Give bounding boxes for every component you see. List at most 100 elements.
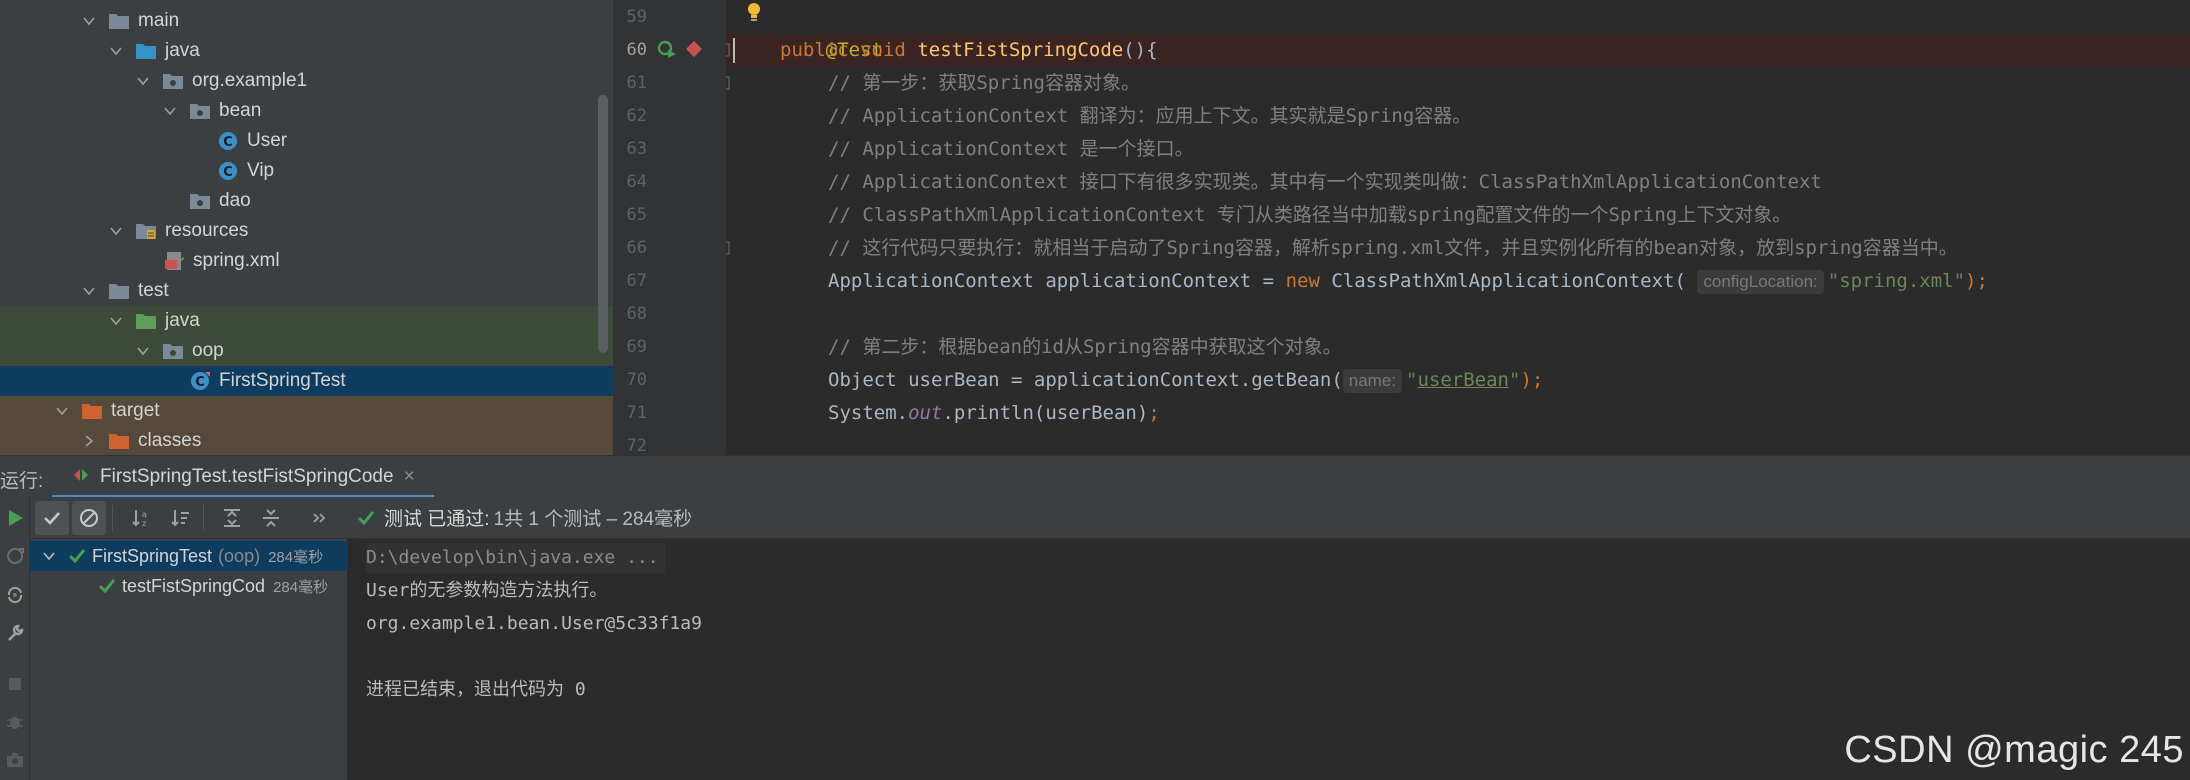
wrench-icon[interactable] — [3, 621, 27, 645]
tree-item-spring-xml[interactable]: spring.xml — [0, 246, 613, 276]
tree-item-first-spring-test[interactable]: C FirstSpringTest — [0, 366, 613, 396]
excluded-folder-icon — [81, 401, 103, 421]
chevron-down-icon[interactable] — [136, 74, 150, 88]
tree-item-classes[interactable]: classes — [0, 426, 613, 455]
method-name-token: testFistSpringCode — [917, 39, 1124, 61]
fold-marker-icon[interactable] — [726, 76, 730, 90]
lightbulb-icon[interactable] — [746, 2, 762, 24]
tree-item-target[interactable]: target — [0, 396, 613, 426]
tree-item-test[interactable]: test — [0, 276, 613, 306]
tree-item-java-main[interactable]: java — [0, 36, 613, 66]
line-number: 63 — [626, 139, 647, 159]
expand-all-icon[interactable] — [215, 501, 249, 535]
chevron-right-icon[interactable] — [82, 434, 96, 448]
string-token: "spring.xml" — [1827, 270, 1966, 292]
line-number: 65 — [626, 205, 647, 225]
toggle-auto-test-icon[interactable] — [3, 583, 27, 607]
string-token: " — [1406, 369, 1418, 391]
tree-item-resources[interactable]: resources — [0, 216, 613, 246]
fold-marker-icon[interactable] — [726, 43, 730, 57]
svg-text:z: z — [142, 519, 146, 528]
close-icon[interactable]: × — [404, 466, 415, 488]
junit-run-icon — [72, 466, 90, 489]
tree-item-user[interactable]: C User — [0, 126, 613, 156]
run-tool-window-header: 运行: FirstSpringTest.testFistSpringCode × — [0, 455, 2190, 498]
test-row-method[interactable]: testFistSpringCod 284毫秒 — [30, 571, 348, 601]
project-tree: main java org.example1 bean C User C Vip… — [0, 0, 613, 455]
code-editor[interactable]: @Test public void testFistSpringCode(){ … — [726, 0, 2190, 455]
code-token: ApplicationContext applicationContext = — [828, 270, 1286, 292]
console-line: org.example1.bean.User@5c33f1a9 — [366, 613, 702, 634]
collapse-all-icon[interactable] — [254, 501, 288, 535]
sort-alphabetically-icon[interactable]: az — [124, 501, 158, 535]
chevron-down-icon[interactable] — [82, 284, 96, 298]
chevron-down-icon[interactable] — [42, 549, 56, 563]
tree-item-label: java — [165, 40, 200, 61]
show-ignored-toggle[interactable] — [72, 500, 106, 535]
line-number: 68 — [626, 304, 647, 324]
tree-item-main[interactable]: main — [0, 6, 613, 36]
debug-bug-icon[interactable] — [3, 710, 27, 734]
class-icon: C — [217, 161, 239, 181]
resources-folder-icon — [135, 221, 157, 241]
code-line-64: // ApplicationContext 接口下有很多实现类。其中有一个实现类… — [828, 171, 1822, 193]
stop-icon[interactable] — [3, 672, 27, 696]
code-token: ClassPathXmlApplicationContext( — [1319, 270, 1686, 292]
test-row-class[interactable]: FirstSpringTest (oop) 284毫秒 — [30, 541, 348, 571]
chevron-down-icon[interactable] — [109, 224, 123, 238]
more-chevron-icon[interactable] — [302, 501, 336, 535]
line-number: 67 — [626, 271, 647, 291]
line-number: 64 — [626, 172, 647, 192]
xml-file-icon — [163, 251, 185, 271]
tree-item-label: classes — [138, 430, 202, 451]
check-icon — [357, 510, 375, 525]
tree-item-bean[interactable]: bean — [0, 96, 613, 126]
text-caret — [733, 38, 735, 63]
tree-item-dao[interactable]: dao — [0, 186, 613, 216]
code-line-70: Object userBean = applicationContext.get… — [828, 364, 1543, 397]
code-line-67: ApplicationContext applicationContext = … — [828, 265, 1988, 298]
code-line-59: @Test — [780, 1, 883, 61]
code-line-63: // ApplicationContext 是一个接口。 — [828, 138, 1194, 160]
test-results-tree: FirstSpringTest (oop) 284毫秒 testFistSpri… — [30, 539, 348, 780]
run-config-tab[interactable]: FirstSpringTest.testFistSpringCode × — [52, 456, 434, 498]
tree-item-oop[interactable]: oop — [0, 336, 613, 366]
fold-marker-icon[interactable] — [726, 241, 730, 255]
tree-item-label: test — [138, 280, 169, 301]
run-tab-title: FirstSpringTest.testFistSpringCode — [100, 466, 394, 487]
code-token: ); — [1520, 369, 1544, 391]
run-test-icon[interactable] — [657, 40, 677, 60]
rerun-failed-icon[interactable] — [3, 544, 27, 568]
tree-item-org-example1[interactable]: org.example1 — [0, 66, 613, 96]
tree-scrollbar[interactable] — [598, 95, 608, 353]
show-passed-toggle[interactable] — [35, 500, 69, 535]
string-token: " — [1508, 369, 1521, 391]
chevron-down-icon[interactable] — [55, 404, 69, 418]
package-icon — [189, 101, 211, 121]
tree-item-label: main — [138, 10, 180, 31]
toolbar-separator — [203, 504, 204, 531]
status-passed-label: 测试 已通过: — [384, 509, 490, 530]
breakpoint-icon[interactable] — [685, 40, 703, 58]
camera-icon[interactable] — [3, 748, 27, 772]
chevron-down-icon[interactable] — [109, 314, 123, 328]
source-folder-icon — [135, 41, 157, 61]
test-duration: 284毫秒 — [268, 548, 324, 566]
check-icon — [98, 579, 116, 594]
tree-item-vip[interactable]: C Vip — [0, 156, 613, 186]
string-token: userBean — [1417, 369, 1509, 391]
run-label: 运行: — [0, 471, 44, 492]
svg-text:C: C — [223, 165, 233, 180]
chevron-down-icon[interactable] — [82, 14, 96, 28]
test-name: testFistSpringCod — [122, 575, 266, 596]
svg-text:C: C — [195, 375, 205, 390]
tree-item-java-test[interactable]: java — [0, 306, 613, 336]
line-number: 66 — [626, 238, 647, 258]
chevron-down-icon[interactable] — [109, 44, 123, 58]
chevron-down-icon[interactable] — [163, 104, 177, 118]
sort-by-duration-icon[interactable] — [163, 501, 197, 535]
package-icon — [162, 71, 184, 91]
chevron-down-icon[interactable] — [136, 344, 150, 358]
code-line-61: // 第一步：获取Spring容器对象。 — [828, 72, 1140, 94]
rerun-icon[interactable] — [3, 506, 27, 530]
